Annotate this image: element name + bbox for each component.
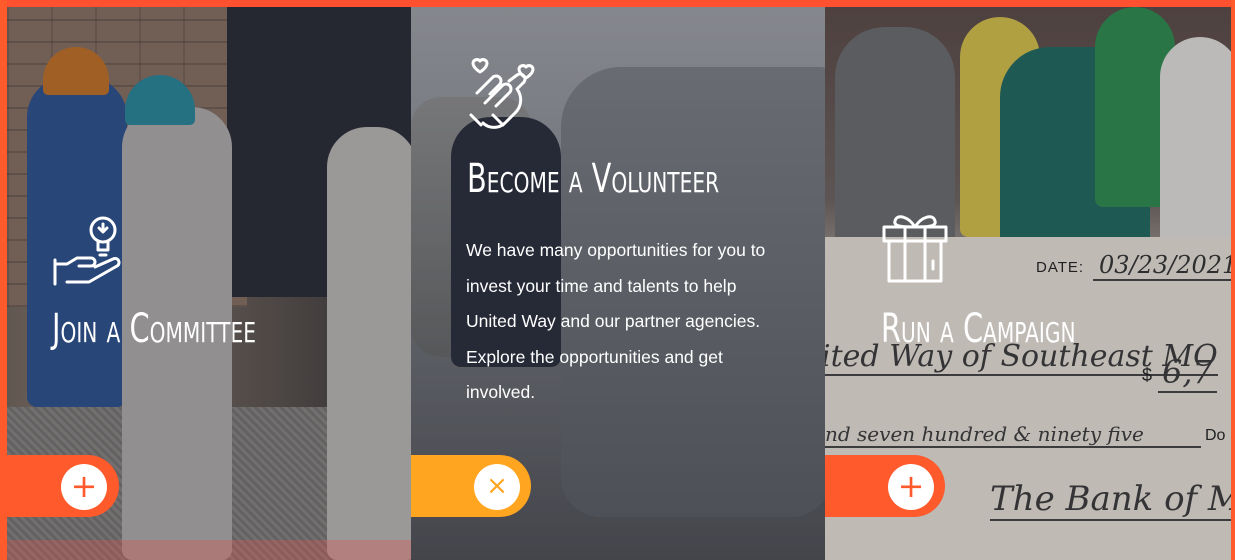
gift-box-icon — [881, 209, 949, 283]
panel-become-volunteer[interactable]: Become a Volunteer We have many opportun… — [411, 7, 825, 560]
panel-description: We have many opportunities for you to in… — [466, 240, 766, 402]
panel-title: Run a Campaign — [881, 306, 1076, 352]
bottom-edge-strip — [7, 540, 411, 560]
panel-title: Become a Volunteer — [467, 156, 720, 202]
panel-run-campaign[interactable]: DATE: 03/23/2021 ited Way of Southeast M… — [825, 7, 1231, 560]
collapse-toggle-tab[interactable]: × — [411, 455, 531, 517]
plus-icon[interactable]: + — [61, 464, 107, 510]
right-accent-edge — [1231, 0, 1235, 560]
expand-toggle-tab[interactable]: + — [7, 455, 119, 517]
expand-toggle-tab[interactable]: + — [825, 455, 945, 517]
top-accent-bar — [0, 0, 1235, 7]
panel-join-committee[interactable]: Join a Committee + — [7, 7, 411, 560]
close-icon[interactable]: × — [474, 464, 520, 510]
panel-title: Join a Committee — [52, 306, 256, 352]
left-accent-edge — [0, 0, 7, 560]
lightbulb-in-hand-icon — [51, 212, 127, 286]
helping-hands-hearts-icon — [465, 55, 541, 135]
plus-icon[interactable]: + — [888, 464, 934, 510]
